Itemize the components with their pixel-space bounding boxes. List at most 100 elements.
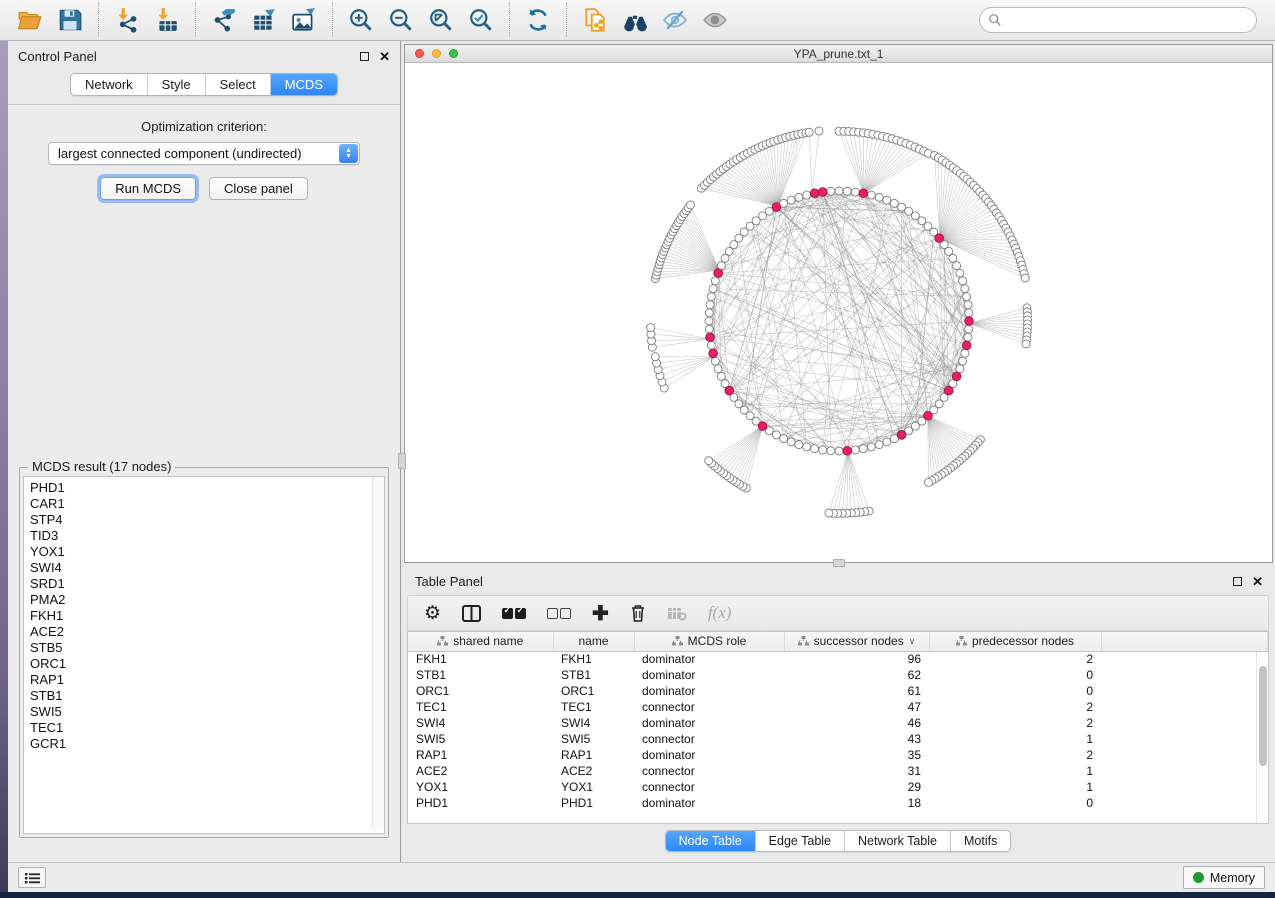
- graph-node[interactable]: [706, 301, 714, 309]
- graph-node[interactable]: [956, 269, 964, 277]
- graph-node[interactable]: [890, 199, 898, 207]
- mcds-result-item[interactable]: TEC1: [30, 720, 384, 736]
- criterion-select[interactable]: largest connected component (undirected)…: [48, 142, 360, 165]
- mcds-node[interactable]: [924, 411, 933, 420]
- column-header-predecessor-nodes[interactable]: predecessor nodes: [929, 632, 1101, 651]
- graph-node[interactable]: [949, 254, 957, 262]
- cell-name[interactable]: TEC1: [553, 699, 634, 715]
- graph-node[interactable]: [803, 191, 811, 199]
- tab-select[interactable]: Select: [206, 74, 271, 95]
- graph-node[interactable]: [714, 365, 722, 373]
- mcds-result-item[interactable]: PHD1: [30, 480, 384, 496]
- column-layout-icon[interactable]: [462, 605, 481, 622]
- table-settings-icon[interactable]: ⚙: [424, 602, 441, 625]
- graph-node[interactable]: [1022, 340, 1030, 348]
- mcds-result-item[interactable]: STB5: [30, 640, 384, 656]
- mcds-node[interactable]: [772, 203, 781, 212]
- table-row[interactable]: SWI5SWI5connector431: [408, 731, 1268, 747]
- cell-MCDS-role[interactable]: connector: [634, 699, 784, 715]
- cell-MCDS-role[interactable]: connector: [634, 779, 784, 795]
- mcds-result-item[interactable]: PMA2: [30, 592, 384, 608]
- graph-node[interactable]: [965, 309, 973, 317]
- cell-predecessor-nodes[interactable]: 1: [929, 779, 1101, 795]
- tab-node-table[interactable]: Node Table: [666, 831, 756, 851]
- splitter-handle-left[interactable]: [398, 453, 406, 469]
- table-row[interactable]: SWI4SWI4dominator462: [408, 715, 1268, 731]
- table-scrollbar[interactable]: [1256, 652, 1267, 823]
- cell-predecessor-nodes[interactable]: 1: [929, 763, 1101, 779]
- graph-node[interactable]: [959, 357, 967, 365]
- mcds-node[interactable]: [810, 189, 819, 198]
- cell-predecessor-nodes[interactable]: 2: [929, 651, 1101, 667]
- cell-successor-nodes[interactable]: 62: [784, 667, 929, 683]
- graph-node[interactable]: [787, 196, 795, 204]
- graph-node[interactable]: [851, 188, 859, 196]
- mcds-result-item[interactable]: STB1: [30, 688, 384, 704]
- close-table-panel-icon[interactable]: ✕: [1252, 575, 1263, 588]
- mcds-result-item[interactable]: YOX1: [30, 544, 384, 560]
- mcds-result-item[interactable]: RAP1: [30, 672, 384, 688]
- import-network-icon[interactable]: [107, 3, 147, 37]
- graph-node[interactable]: [819, 446, 827, 454]
- table-row[interactable]: RAP1RAP1dominator352: [408, 747, 1268, 763]
- add-column-icon[interactable]: ✚: [592, 601, 609, 626]
- export-table-icon[interactable]: [244, 3, 284, 37]
- column-header-shared-name[interactable]: shared name: [408, 632, 553, 651]
- zoom-in-icon[interactable]: [341, 3, 381, 37]
- graph-node[interactable]: [705, 317, 713, 325]
- cell-shared-name[interactable]: FKH1: [408, 651, 553, 667]
- cell-name[interactable]: ACE2: [553, 763, 634, 779]
- zoom-out-icon[interactable]: [381, 3, 421, 37]
- graph-node[interactable]: [883, 438, 891, 446]
- cell-successor-nodes[interactable]: 96: [784, 651, 929, 667]
- graph-node[interactable]: [835, 447, 843, 455]
- graph-node[interactable]: [647, 324, 655, 332]
- graph-node[interactable]: [811, 445, 819, 453]
- table-row[interactable]: ACE2ACE2connector311: [408, 763, 1268, 779]
- column-header-MCDS-role[interactable]: MCDS role: [634, 632, 784, 651]
- tab-edge-table[interactable]: Edge Table: [756, 831, 845, 851]
- cell-shared-name[interactable]: RAP1: [408, 747, 553, 763]
- mcds-list-scrollbar[interactable]: [372, 477, 384, 829]
- graph-node[interactable]: [965, 325, 973, 333]
- mcds-node[interactable]: [818, 188, 827, 197]
- cell-successor-nodes[interactable]: 29: [784, 779, 929, 795]
- graph-node[interactable]: [851, 446, 859, 454]
- graph-node[interactable]: [883, 196, 891, 204]
- mcds-result-item[interactable]: SWI4: [30, 560, 384, 576]
- cell-successor-nodes[interactable]: 47: [784, 699, 929, 715]
- cell-successor-nodes[interactable]: 43: [784, 731, 929, 747]
- graph-node[interactable]: [964, 333, 972, 341]
- zoom-selected-icon[interactable]: [461, 3, 501, 37]
- tab-motifs[interactable]: Motifs: [951, 831, 1010, 851]
- cell-shared-name[interactable]: SWI5: [408, 731, 553, 747]
- mcds-node[interactable]: [725, 386, 734, 395]
- graph-node[interactable]: [963, 293, 971, 301]
- mcds-node[interactable]: [965, 317, 974, 326]
- graph-node[interactable]: [961, 285, 969, 293]
- graph-node[interactable]: [709, 285, 717, 293]
- cell-name[interactable]: PHD1: [553, 795, 634, 811]
- table-row[interactable]: STB1STB1dominator620: [408, 667, 1268, 683]
- graph-node[interactable]: [707, 293, 715, 301]
- deselect-all-columns-icon[interactable]: [547, 608, 571, 619]
- mcds-node[interactable]: [935, 234, 944, 243]
- table-row[interactable]: ORC1ORC1dominator610: [408, 683, 1268, 699]
- cell-successor-nodes[interactable]: 35: [784, 747, 929, 763]
- graph-node[interactable]: [651, 353, 659, 361]
- float-panel-icon[interactable]: [360, 52, 369, 61]
- graph-node[interactable]: [795, 441, 803, 449]
- show-all-icon[interactable]: [695, 3, 735, 37]
- graph-node[interactable]: [707, 341, 715, 349]
- graph-node[interactable]: [964, 301, 972, 309]
- mcds-node[interactable]: [714, 269, 723, 278]
- cell-shared-name[interactable]: ORC1: [408, 683, 553, 699]
- graph-node[interactable]: [875, 193, 883, 201]
- mcds-result-item[interactable]: SWI5: [30, 704, 384, 720]
- mcds-node[interactable]: [843, 446, 852, 455]
- graph-node[interactable]: [867, 443, 875, 451]
- cell-shared-name[interactable]: SWI4: [408, 715, 553, 731]
- graph-node[interactable]: [859, 445, 867, 453]
- cell-shared-name[interactable]: YOX1: [408, 779, 553, 795]
- mcds-node[interactable]: [859, 189, 868, 198]
